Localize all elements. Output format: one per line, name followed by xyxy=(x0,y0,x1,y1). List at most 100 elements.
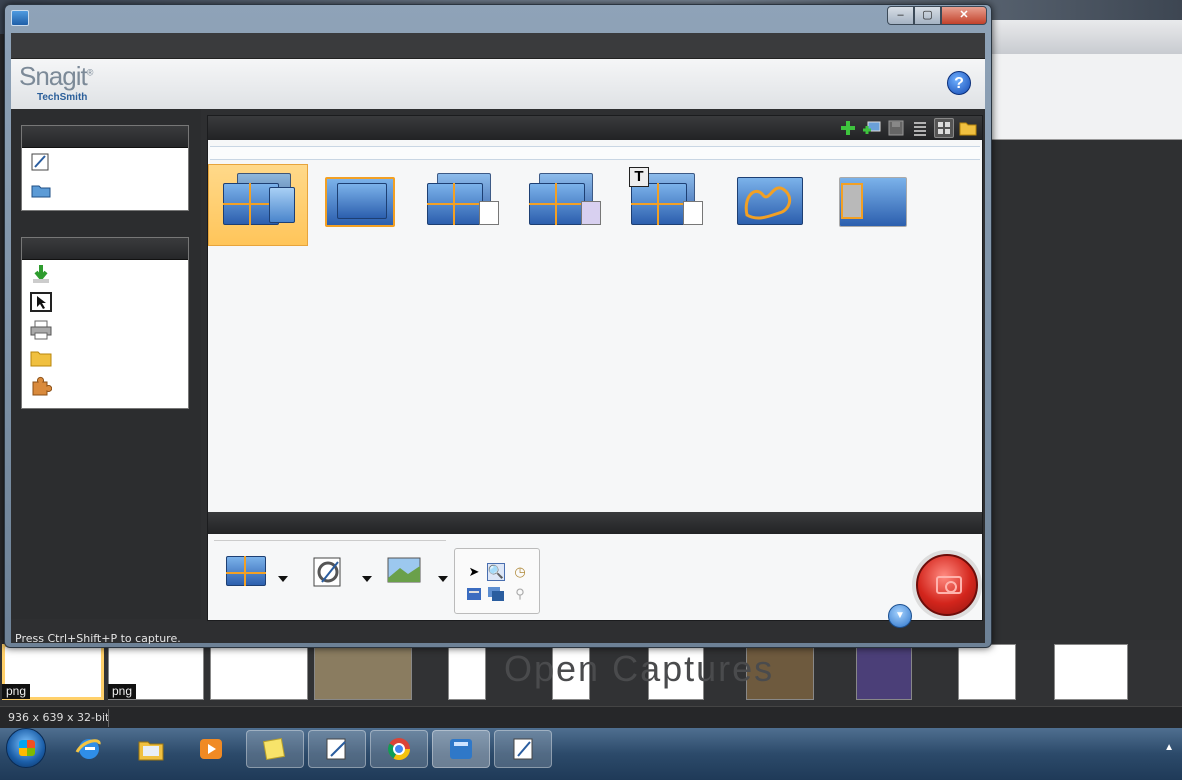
region-to-file-icon xyxy=(529,173,601,227)
title-bar[interactable]: ‒ ▢ ✕ xyxy=(5,5,991,33)
profiles-pane: T ➤ 🔍 ◷ ⚲ ▼ xyxy=(207,115,983,628)
panel-header xyxy=(22,126,188,148)
puzzle-icon xyxy=(32,376,52,396)
print-icon xyxy=(30,320,52,340)
minimize-button[interactable]: ‒ xyxy=(887,6,914,25)
expand-options-button[interactable]: ▼ xyxy=(888,604,912,628)
taskbar-chrome[interactable] xyxy=(370,730,428,768)
taskbar-internet-explorer[interactable] xyxy=(60,730,118,768)
help-button[interactable]: ? xyxy=(947,71,971,95)
menu-bar xyxy=(11,33,985,59)
freehand-capture-icon xyxy=(733,173,805,227)
related-tasks-panel xyxy=(21,237,189,409)
image-info-bar: 936 x 639 x 32-bit xyxy=(0,706,1182,728)
show-hidden-icons-icon[interactable]: ▲ xyxy=(1164,742,1174,753)
sidebar-item-folder[interactable] xyxy=(22,344,188,372)
profile-tile[interactable] xyxy=(208,164,308,246)
taskbar-explorer[interactable] xyxy=(122,730,180,768)
grid-view-icon[interactable] xyxy=(934,118,954,138)
menu-capture-icon xyxy=(835,173,907,227)
maximize-button[interactable]: ▢ xyxy=(914,6,941,25)
image-dimensions: 936 x 639 x 32-bit xyxy=(8,711,110,724)
profile-tile[interactable] xyxy=(514,164,614,246)
region-to-clipboard-icon xyxy=(427,173,499,227)
capture-thumbnail[interactable] xyxy=(1054,644,1128,700)
profile-tile[interactable] xyxy=(310,164,410,246)
text-capture-icon: T xyxy=(629,167,703,227)
include-cursor-icon[interactable]: ➤ xyxy=(465,563,483,581)
snagit-logo: Snagit® xyxy=(19,61,93,91)
profile-tile[interactable] xyxy=(412,164,512,246)
sidebar xyxy=(11,109,201,619)
capture-button[interactable] xyxy=(916,554,978,616)
start-button[interactable] xyxy=(6,728,46,768)
file-explorer-icon xyxy=(138,741,164,761)
profile-tile[interactable] xyxy=(718,164,818,246)
toolbar-icons xyxy=(838,118,978,138)
sidebar-item-open[interactable] xyxy=(22,176,188,204)
snagit-editor-icon xyxy=(326,738,346,760)
sidebar-item-print[interactable] xyxy=(22,316,188,344)
snagit-window: ‒ ▢ ✕ Snagit® TechSmith ? T ➤ 🔍 ◷ ⚲ ▼ Pr… xyxy=(4,4,992,648)
brand-header: Snagit® TechSmith ? xyxy=(11,59,985,109)
cursor-icon xyxy=(30,292,52,312)
techsmith-logo: TechSmith xyxy=(37,92,88,103)
profile-settings: ➤ 🔍 ◷ ⚲ ▼ xyxy=(208,534,982,628)
region-mode-icon xyxy=(226,556,270,590)
sidebar-item-editor[interactable] xyxy=(22,148,188,176)
media-player-icon xyxy=(200,739,222,759)
capture-thumbnail[interactable] xyxy=(314,644,412,700)
divider xyxy=(214,540,446,541)
save-icon[interactable] xyxy=(886,118,906,138)
open-folder-icon xyxy=(31,185,51,198)
taskbar-sticky-notes[interactable] xyxy=(246,730,304,768)
capture-thumbnail[interactable] xyxy=(448,644,486,700)
sidebar-item-plugins[interactable] xyxy=(22,372,188,400)
background-window xyxy=(988,20,1182,640)
capture-thumbnail[interactable] xyxy=(210,644,308,700)
effects-selector[interactable] xyxy=(386,556,450,596)
snagit-icon xyxy=(450,739,472,759)
chevron-down-icon[interactable] xyxy=(278,576,288,582)
capture-window-icon[interactable] xyxy=(487,585,505,603)
timer-icon[interactable]: ◷ xyxy=(511,563,529,581)
close-button[interactable]: ✕ xyxy=(941,6,987,25)
taskbar: ▲ xyxy=(0,728,1182,780)
profile-tile[interactable] xyxy=(820,164,920,246)
editor-output-icon xyxy=(310,556,354,590)
chevron-down-icon[interactable] xyxy=(362,576,372,582)
multiple-area-icon[interactable] xyxy=(465,585,483,603)
sidebar-item-cursor[interactable] xyxy=(22,288,188,316)
share-selector[interactable] xyxy=(310,556,374,596)
list-view-icon[interactable] xyxy=(910,118,930,138)
taskbar-media-player[interactable] xyxy=(182,730,240,768)
share-link-icon[interactable]: ⚲ xyxy=(511,585,529,603)
chevron-down-icon[interactable] xyxy=(438,576,448,582)
region-scroll-icon xyxy=(223,173,295,227)
profile-tile[interactable]: T xyxy=(616,164,716,246)
filter-row xyxy=(210,146,980,160)
editor-icon xyxy=(31,153,49,171)
add-profile-icon[interactable] xyxy=(862,118,882,138)
taskbar-snagit-editor[interactable] xyxy=(308,730,366,768)
snagit-app-icon[interactable] xyxy=(11,10,29,26)
sidebar-item-download[interactable] xyxy=(22,260,188,288)
folder-icon[interactable] xyxy=(958,118,978,138)
capture-options: ➤ 🔍 ◷ ⚲ xyxy=(454,548,540,614)
taskbar-snagit-editor-2[interactable] xyxy=(494,730,552,768)
download-icon xyxy=(33,265,49,283)
panel-header xyxy=(22,238,188,260)
preview-in-editor-icon[interactable]: 🔍 xyxy=(487,563,505,581)
capture-type-selector[interactable] xyxy=(226,556,290,596)
profile-grid: T xyxy=(208,164,982,248)
snagit-editor-icon xyxy=(513,738,533,760)
taskbar-snagit[interactable] xyxy=(432,730,490,768)
quick-launch-panel xyxy=(21,125,189,211)
capture-thumbnail[interactable] xyxy=(856,644,912,700)
chrome-icon xyxy=(388,738,410,760)
profile-settings-header xyxy=(208,512,982,534)
capture-thumbnail[interactable] xyxy=(958,644,1016,700)
image-effects-icon xyxy=(386,556,430,590)
add-icon[interactable] xyxy=(838,118,858,138)
window-client-area: Snagit® TechSmith ? T ➤ 🔍 ◷ ⚲ ▼ Press Ct… xyxy=(11,33,985,645)
